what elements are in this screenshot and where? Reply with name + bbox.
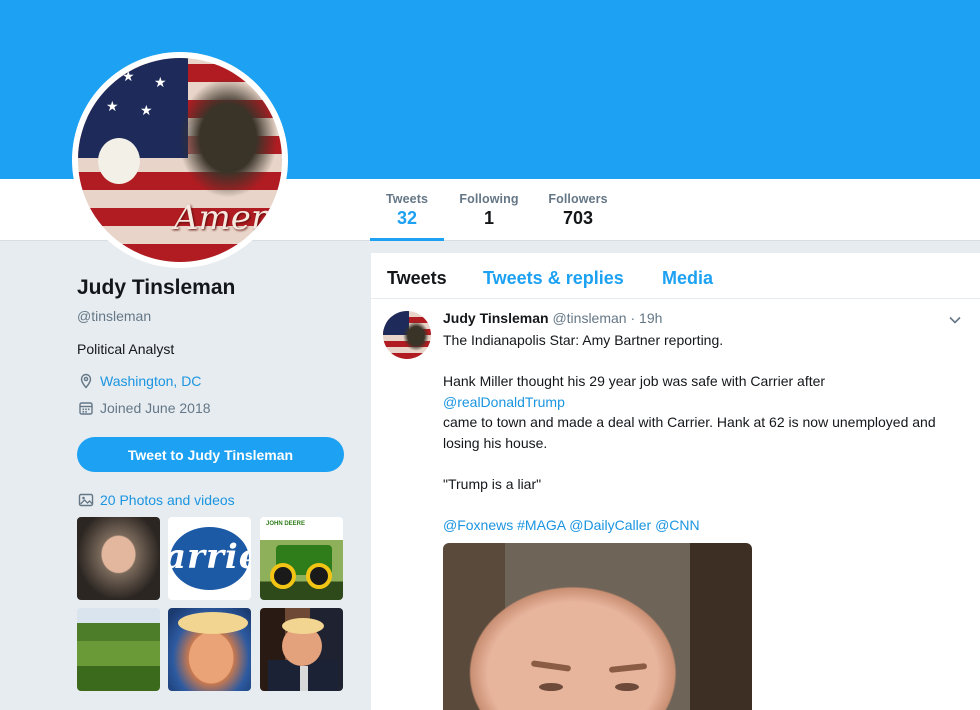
tweet-line-deal: came to town and made a deal with Carrie… [443, 414, 936, 451]
deere-logo-text: JOHN DEERE [266, 521, 306, 527]
stat-tweets-value: 32 [396, 208, 418, 228]
tag-link[interactable]: @CNN [655, 517, 700, 533]
star-icon: ★ [140, 102, 153, 118]
avatar-script-text: Ameri [174, 198, 279, 238]
tab-tweets-replies[interactable]: Tweets & replies [483, 268, 624, 289]
brow-shape [608, 663, 648, 673]
brow-shape [530, 660, 572, 672]
location-pin-icon [77, 372, 95, 390]
star-icon: ★ [106, 98, 119, 114]
star-icon: ★ [122, 68, 135, 84]
tweet-to-button[interactable]: Tweet to Judy Tinsleman [77, 437, 344, 472]
eye-shape [615, 683, 639, 691]
media-thumb-man[interactable] [77, 517, 160, 600]
joined-date: Joined June 2018 [100, 400, 211, 416]
stat-followers[interactable]: Followers 703 [540, 192, 616, 229]
tweet-author-name[interactable]: Judy Tinsleman [443, 310, 549, 326]
tie-shape [300, 666, 308, 691]
star-icon: ★ [92, 72, 105, 88]
stat-following-label: Following [459, 192, 519, 206]
media-thumb-tractor[interactable]: JOHN DEERE [260, 517, 343, 600]
tag-link[interactable]: @Foxnews [443, 517, 513, 533]
location-link[interactable]: Washington, DC [100, 373, 201, 389]
profile-name[interactable]: Judy Tinsleman [77, 276, 347, 300]
tweet-media-image[interactable] [443, 543, 752, 710]
tweet-line-quote: "Trump is a liar" [443, 475, 542, 492]
tweet-item[interactable]: Judy Tinsleman @tinsleman · 19h The Indi… [371, 299, 980, 710]
profile-handle[interactable]: @tinsleman [77, 308, 347, 324]
media-thumb-field[interactable] [77, 608, 160, 691]
profile-location: Washington, DC [77, 372, 347, 390]
image-icon [77, 491, 95, 509]
eagle-wing [178, 78, 278, 198]
chevron-down-icon[interactable] [948, 313, 962, 327]
carrier-logo-text: arrie [168, 537, 251, 577]
timeline: Tweets Tweets & replies Media Judy Tinsl… [371, 253, 980, 710]
tweet-line-source: The Indianapolis Star: Amy Bartner repor… [443, 332, 724, 348]
calendar-icon [77, 399, 95, 417]
tag-link[interactable]: #MAGA [517, 517, 565, 533]
tweet-author-handle[interactable]: @tinsleman [552, 310, 626, 326]
tweet-timestamp[interactable]: 19h [639, 310, 662, 326]
profile-joined: Joined June 2018 [77, 399, 347, 417]
media-thumb-carrier[interactable]: arrie [168, 517, 251, 600]
stat-tweets[interactable]: Tweets 32 [370, 192, 444, 241]
tractor-wheel [306, 563, 332, 589]
photos-videos-label: 20 Photos and videos [100, 492, 235, 508]
stat-tweets-label: Tweets [385, 192, 429, 206]
tab-tweets[interactable]: Tweets [387, 268, 447, 289]
star-icon: ★ [154, 74, 167, 90]
profile-bio: Political Analyst [77, 341, 175, 357]
stat-following[interactable]: Following 1 [452, 192, 526, 229]
photos-videos-link[interactable]: 20 Photos and videos [77, 491, 235, 509]
stat-following-value: 1 [483, 208, 494, 228]
eagle-wing [403, 321, 429, 351]
tweet-separator: · [630, 310, 636, 326]
eye-shape [539, 683, 563, 691]
tweet-avatar[interactable] [383, 311, 431, 359]
mention-link[interactable]: @realDonaldTrump [443, 394, 565, 410]
tractor-wheel [270, 563, 296, 589]
hair-shape [282, 618, 324, 634]
tag-link[interactable]: @DailyCaller [569, 517, 651, 533]
timeline-tabs: Tweets Tweets & replies Media [371, 253, 980, 299]
tweet-header: Judy Tinsleman @tinsleman · 19h [443, 310, 662, 326]
tweet-line-story: Hank Miller thought his 29 year job was … [443, 373, 826, 389]
tweet-tags: @Foxnews #MAGA @DailyCaller @CNN [443, 515, 971, 536]
avatar-image: ★ ★ ★ ★ ★ ★ ★ Ameri [78, 58, 282, 262]
stat-followers-value: 703 [562, 208, 594, 228]
eagle-head [98, 138, 140, 184]
profile-sidebar: Judy Tinsleman @tinsleman Political Anal… [77, 276, 347, 417]
media-thumb-trump[interactable] [168, 608, 251, 691]
profile-avatar[interactable]: ★ ★ ★ ★ ★ ★ ★ Ameri [72, 52, 288, 268]
stat-followers-label: Followers [548, 192, 608, 206]
media-thumb-trump-office[interactable] [260, 608, 343, 691]
tab-media[interactable]: Media [662, 268, 713, 289]
tweet-text: The Indianapolis Star: Amy Bartner repor… [443, 330, 971, 535]
hair-shape [178, 612, 248, 634]
